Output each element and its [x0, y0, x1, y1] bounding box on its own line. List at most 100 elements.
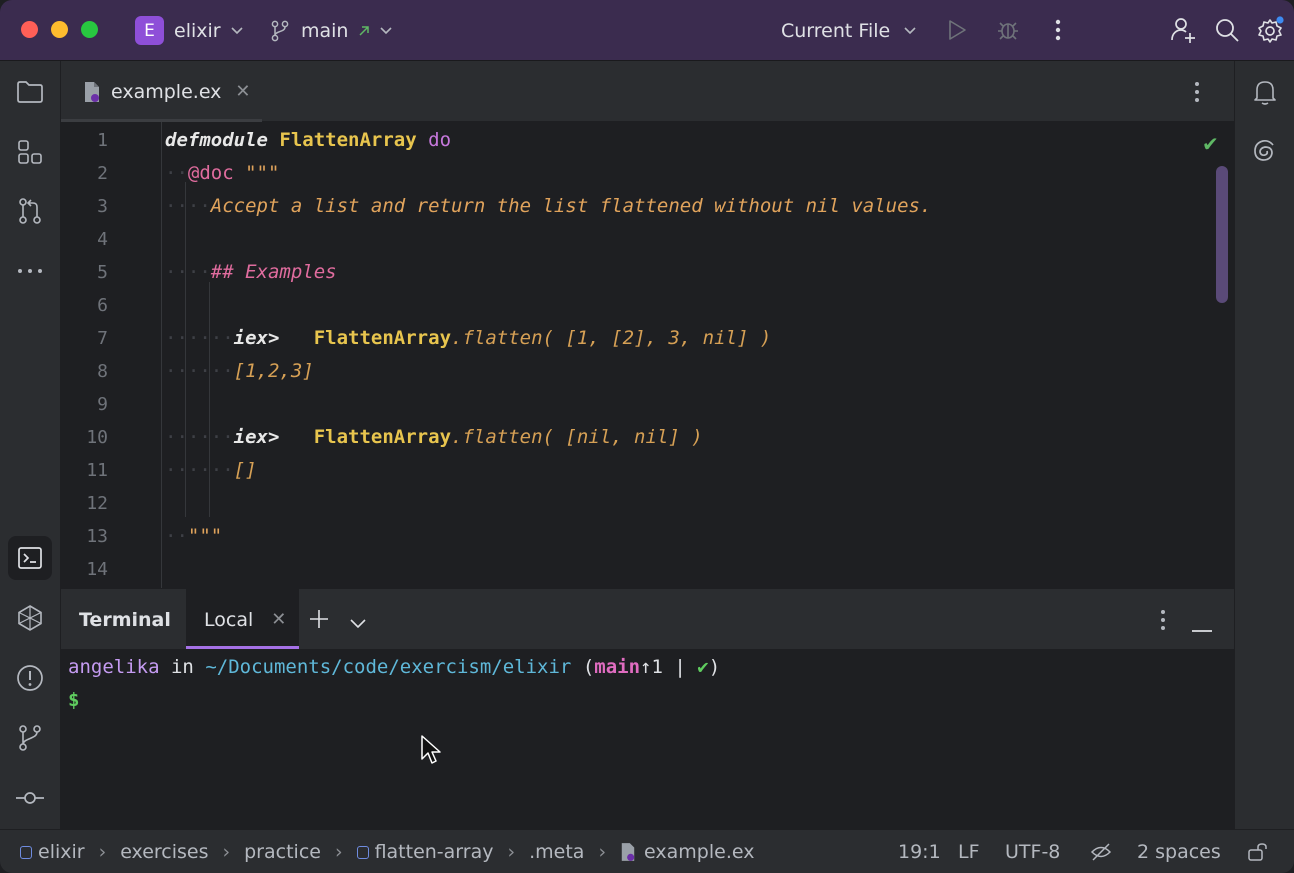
terminal-tab-local[interactable]: Local ✕	[186, 589, 299, 650]
doc-output: [1,2,3]	[233, 360, 314, 382]
terminal-tool-button[interactable]	[8, 536, 52, 580]
close-tab-icon[interactable]: ✕	[235, 81, 250, 102]
terminal-header: Terminal Local ✕	[61, 588, 1234, 650]
breadcrumb-item[interactable]: example.ex	[644, 841, 754, 863]
breadcrumb-item[interactable]: exercises	[120, 841, 208, 863]
line-number: 8	[97, 361, 108, 382]
new-terminal-button[interactable]	[309, 609, 329, 633]
ai-assistant-button[interactable]	[1243, 129, 1287, 173]
more-tools-button[interactable]	[8, 249, 52, 293]
code-editor[interactable]: 1 2 3 4 5 6 7 8 9 10 11 12 13 14 defmodu…	[61, 122, 1234, 588]
breadcrumb-item[interactable]: elixir	[38, 841, 85, 863]
heredoc-open: """	[245, 162, 280, 184]
zoom-window-button[interactable]	[81, 21, 98, 38]
iex-prompt: iex>	[233, 426, 280, 448]
terminal-more-button[interactable]	[1160, 609, 1166, 635]
commit-icon	[16, 792, 44, 804]
terminal-user: angelika	[68, 656, 160, 678]
problems-tool-button[interactable]	[8, 656, 52, 700]
notifications-button[interactable]	[1243, 70, 1287, 114]
breadcrumb-item[interactable]: .meta	[529, 841, 584, 863]
terminal-clean-check: ✔	[697, 656, 709, 678]
terminal-title: Terminal	[79, 608, 171, 631]
git-tool-button[interactable]	[8, 716, 52, 760]
mouse-cursor-icon	[421, 735, 441, 764]
debug-button[interactable]	[992, 14, 1024, 46]
function-call: .flatten( [1, [2], 3, nil] )	[451, 327, 772, 349]
ide-window: E elixir main Current File example.ex ✕ …	[0, 0, 1294, 873]
commit-tool-button[interactable]	[8, 776, 52, 820]
line-number: 4	[97, 229, 108, 250]
git-branch-icon	[19, 725, 41, 751]
code-line-10: ······iex> FlattenArray.flatten( [nil, n…	[165, 426, 703, 448]
line-number: 9	[97, 394, 108, 415]
breadcrumb: elixir › exercises › practice › flatten-…	[20, 830, 754, 873]
iex-prompt: iex>	[233, 327, 280, 349]
more-vertical-icon	[1195, 82, 1199, 102]
git-branch-icon	[271, 20, 289, 41]
pull-request-icon	[19, 198, 41, 224]
indent-guide	[209, 282, 210, 517]
editor-tab-options-button[interactable]	[1194, 81, 1200, 107]
services-tool-button[interactable]	[8, 596, 52, 640]
settings-button[interactable]	[1255, 14, 1287, 46]
terminal-paren-close: )	[708, 656, 721, 678]
module-icon	[20, 845, 32, 859]
breadcrumb-separator-icon: ›	[98, 841, 107, 863]
folder-icon	[17, 81, 43, 103]
chevron-down-icon	[380, 26, 393, 34]
no-problems-check-icon[interactable]: ✔	[1202, 132, 1219, 156]
terminal-path: ~/Documents/code/exercism/elixir	[205, 656, 572, 678]
run-button[interactable]	[941, 14, 973, 46]
run-config-selector[interactable]: Current File	[781, 0, 916, 61]
terminal-output[interactable]: angelika in ~/Documents/code/exercism/el…	[61, 649, 1234, 829]
close-window-button[interactable]	[21, 21, 38, 38]
line-number: 5	[97, 262, 108, 283]
function-call: .flatten( [nil, nil] )	[451, 426, 703, 448]
terminal-prompt-line: angelika in ~/Documents/code/exercism/el…	[68, 656, 720, 678]
terminal-options-dropdown[interactable]	[350, 614, 366, 633]
code-line-3: ····Accept a list and return the list fl…	[165, 195, 932, 217]
module-icon	[356, 845, 369, 859]
doc-output: []	[233, 459, 257, 481]
close-tab-icon[interactable]: ✕	[271, 609, 286, 630]
structure-tool-button[interactable]	[8, 130, 52, 174]
line-number: 14	[86, 559, 108, 580]
module-name: FlattenArray	[313, 426, 452, 448]
keyword-do: do	[428, 129, 452, 151]
services-icon	[18, 605, 42, 631]
chevron-down-icon	[904, 26, 916, 34]
heredoc-close: """	[187, 525, 223, 547]
line-separator[interactable]: LF	[958, 830, 980, 873]
search-icon	[1216, 19, 1239, 42]
status-bar: elixir › exercises › practice › flatten-…	[0, 829, 1294, 873]
file-encoding[interactable]: UTF-8	[1005, 830, 1060, 873]
breadcrumb-item[interactable]: flatten-array	[375, 841, 494, 863]
code-line-1: defmodule FlattenArray do	[165, 129, 451, 151]
project-switcher[interactable]: E elixir	[135, 0, 243, 61]
gutter-separator	[161, 122, 162, 588]
pull-requests-tool-button[interactable]	[8, 189, 52, 233]
indent-setting[interactable]: 2 spaces	[1137, 830, 1221, 873]
minimize-window-button[interactable]	[51, 21, 68, 38]
editor-tab-label: example.ex	[111, 80, 222, 103]
inspections-toggle[interactable]	[1090, 830, 1112, 873]
read-only-toggle[interactable]	[1247, 830, 1269, 873]
terminal-ahead-count: ↑1 |	[640, 656, 698, 678]
branch-switcher[interactable]: main	[270, 0, 393, 61]
project-tool-button[interactable]	[8, 70, 52, 114]
breadcrumb-item[interactable]: practice	[244, 841, 321, 863]
title-bar: E elixir main Current File	[0, 0, 1294, 61]
more-actions-button[interactable]	[1042, 14, 1074, 46]
code-with-me-button[interactable]	[1167, 14, 1199, 46]
project-name: elixir	[174, 19, 221, 42]
editor-scrollbar[interactable]	[1216, 166, 1228, 303]
line-number: 11	[86, 460, 108, 481]
line-number-gutter: 1 2 3 4 5 6 7 8 9 10 11 12 13 14	[61, 122, 161, 588]
editor-tab-example-ex[interactable]: example.ex ✕	[61, 61, 262, 122]
search-everywhere-button[interactable]	[1211, 14, 1243, 46]
line-number: 2	[97, 163, 108, 184]
caret-position[interactable]: 19:1	[898, 830, 941, 873]
hide-terminal-button[interactable]	[1191, 618, 1213, 637]
editor-tab-bar: example.ex ✕	[61, 61, 1234, 122]
